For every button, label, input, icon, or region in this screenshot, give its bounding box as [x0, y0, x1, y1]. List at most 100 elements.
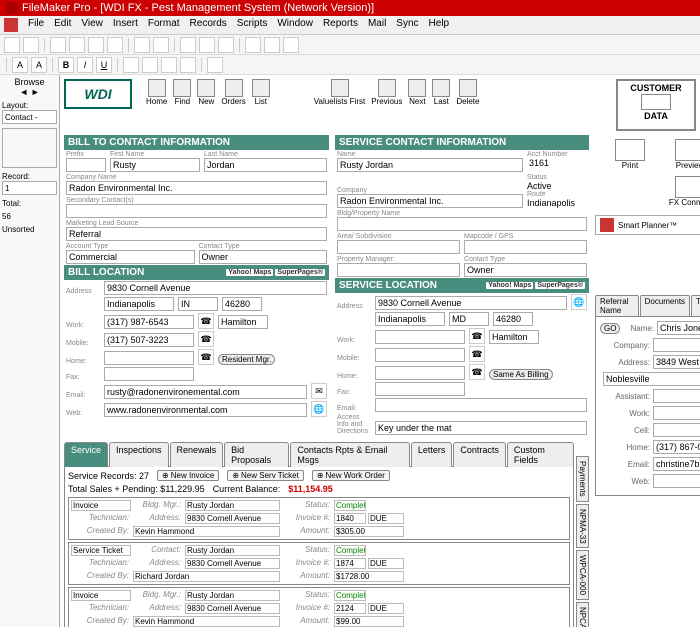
phone-icon[interactable]: ☎ [469, 364, 485, 380]
new-service-ticket-button[interactable]: ⊕New Serv Ticket [227, 470, 304, 481]
bldg-name-input[interactable] [337, 217, 587, 231]
tb-import-icon[interactable] [88, 37, 104, 53]
menu-mail[interactable]: Mail [368, 18, 386, 32]
bill-work-phone[interactable] [104, 315, 194, 329]
bill-city-input[interactable] [104, 297, 174, 311]
ref-name-input[interactable] [657, 321, 700, 335]
ref-work-input[interactable] [653, 406, 700, 420]
tab-service[interactable]: Service [64, 442, 108, 467]
same-as-billing-button[interactable]: Same As Billing [489, 369, 553, 380]
tb-fontsize-down-icon[interactable]: A [12, 57, 28, 73]
tb-copy-icon[interactable] [199, 37, 215, 53]
tb-export-icon[interactable] [107, 37, 123, 53]
tb-sort-desc-icon[interactable] [264, 37, 280, 53]
menu-reports[interactable]: Reports [323, 18, 358, 32]
layout-select[interactable] [2, 110, 57, 124]
company-input[interactable] [66, 181, 327, 195]
tab-renewals[interactable]: Renewals [170, 442, 224, 467]
tb-cut-icon[interactable] [180, 37, 196, 53]
menu-sync[interactable]: Sync [396, 18, 418, 32]
secondary-contact-input[interactable] [66, 204, 327, 218]
vtab-npca-99b[interactable]: NPCA-99B [576, 602, 589, 627]
menu-file[interactable]: File [28, 18, 44, 32]
firstname-input[interactable] [110, 158, 200, 172]
tab-contacts-rpts-email-msgs[interactable]: Contacts Rpts & Email Msgs [290, 442, 409, 467]
bill-county-input[interactable] [218, 315, 268, 329]
globe-icon[interactable]: 🌐 [311, 401, 327, 417]
globe-icon[interactable]: 🌐 [571, 294, 587, 310]
fx-connect-icon[interactable]: FX Connect [663, 176, 700, 207]
ref-company-input[interactable] [653, 338, 700, 352]
svc-contact-type[interactable] [464, 263, 587, 277]
menu-scripts[interactable]: Scripts [237, 18, 268, 32]
svc-zip-input[interactable] [493, 312, 533, 326]
smart-planner-button[interactable]: Smart Planner™ [595, 215, 700, 235]
next-icon[interactable]: Next [408, 79, 426, 106]
previous-icon[interactable]: Previous [371, 79, 402, 106]
tb-bold-icon[interactable]: B [58, 57, 74, 73]
tb-sort-asc-icon[interactable] [245, 37, 261, 53]
phone-icon[interactable]: ☎ [469, 346, 485, 362]
tb-open-icon[interactable] [23, 37, 39, 53]
menu-insert[interactable]: Insert [113, 18, 138, 32]
tab-letters[interactable]: Letters [411, 442, 453, 467]
tb-italic-icon[interactable]: I [77, 57, 93, 73]
ref-cell-input[interactable] [653, 423, 700, 437]
svc-home-phone[interactable] [375, 366, 465, 380]
svc-mobile-phone[interactable] [375, 348, 465, 362]
last-icon[interactable]: Last [432, 79, 450, 106]
svc-state-input[interactable] [449, 312, 489, 326]
orders-icon[interactable]: Orders [221, 79, 245, 106]
find-icon[interactable]: Find [173, 79, 191, 106]
svc-address-input[interactable] [375, 296, 567, 310]
menu-edit[interactable]: Edit [54, 18, 71, 32]
bill-email-input[interactable] [104, 385, 307, 399]
tb-align-right-icon[interactable] [161, 57, 177, 73]
prefix-input[interactable] [66, 158, 106, 172]
vtab-wpca-000[interactable]: WPCA-000 [576, 550, 589, 600]
subdivision-input[interactable] [337, 240, 460, 254]
ref-city-input[interactable] [603, 372, 700, 386]
tb-print-icon[interactable] [50, 37, 66, 53]
ref-home-input[interactable] [653, 440, 700, 454]
tb-print2-icon[interactable] [69, 37, 85, 53]
ref-assistant-input[interactable] [653, 389, 700, 403]
menu-records[interactable]: Records [190, 18, 227, 32]
tb-find-icon[interactable] [283, 37, 299, 53]
mode-arrows[interactable]: ◄ ► [2, 87, 57, 97]
go-button[interactable]: GO [600, 323, 620, 334]
ref-web-input[interactable] [653, 474, 700, 488]
tb-redo-icon[interactable] [153, 37, 169, 53]
svc-company-input[interactable] [337, 194, 523, 208]
superpages-link[interactable]: SuperPages® [275, 269, 325, 276]
superpages-link[interactable]: SuperPages® [535, 282, 585, 289]
menu-format[interactable]: Format [148, 18, 180, 32]
yahoo-maps-link[interactable]: Yahoo! Maps [486, 282, 533, 289]
tb-align-left-icon[interactable] [123, 57, 139, 73]
service-record-row[interactable]: InvoiceBldg. Mgr.:Rusty JordanStatus:Com… [68, 587, 570, 627]
lead-source-input[interactable] [66, 227, 327, 241]
lastname-input[interactable] [204, 158, 327, 172]
preview-icon[interactable]: Preview [663, 139, 700, 170]
email-icon[interactable]: ✉ [311, 383, 327, 399]
svc-city-input[interactable] [375, 312, 445, 326]
side-tab-referral-name[interactable]: Referral Name [595, 295, 639, 316]
new-icon[interactable]: New [197, 79, 215, 106]
tab-bid-proposals[interactable]: Bid Proposals [224, 442, 289, 467]
tb-undo-icon[interactable] [134, 37, 150, 53]
bill-zip-input[interactable] [222, 297, 262, 311]
phone-icon[interactable]: ☎ [469, 328, 485, 344]
print-icon[interactable]: Print [603, 139, 657, 170]
account-type-input[interactable] [66, 250, 195, 264]
tab-contracts[interactable]: Contracts [453, 442, 506, 467]
tb-align-center-icon[interactable] [142, 57, 158, 73]
menu-view[interactable]: View [81, 18, 103, 32]
vtab-npma-33[interactable]: NPMA-33 [576, 504, 589, 549]
bill-address-input[interactable] [104, 281, 327, 295]
list-icon[interactable]: List [252, 79, 270, 106]
bill-web-input[interactable] [104, 403, 307, 417]
book-icon[interactable] [2, 128, 57, 168]
phone-icon[interactable]: ☎ [198, 331, 214, 347]
new-invoice-button[interactable]: ⊕New Invoice [157, 470, 219, 481]
svc-county-input[interactable] [489, 330, 539, 344]
